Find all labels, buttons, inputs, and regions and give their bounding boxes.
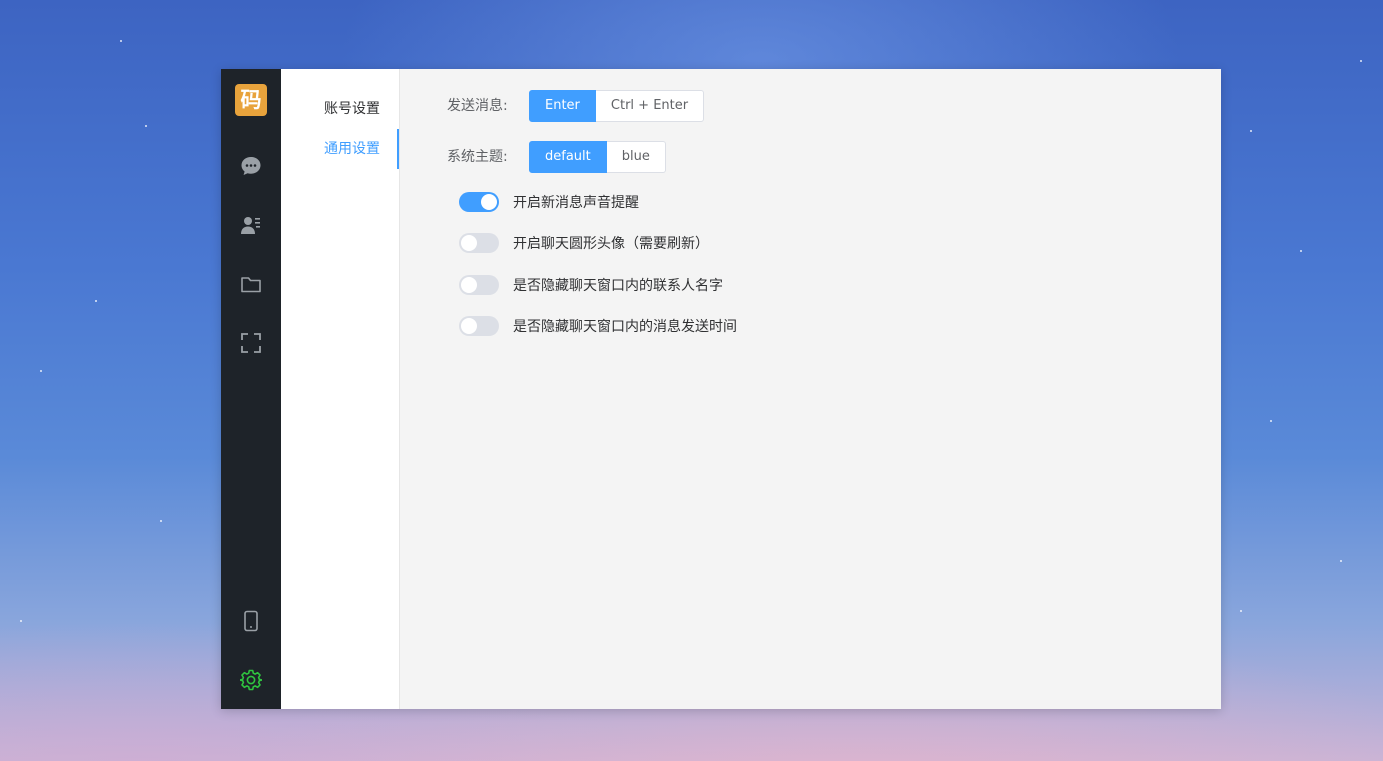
send-ctrl-enter-button[interactable]: Ctrl + Enter (595, 90, 705, 122)
menu-item-account-settings[interactable]: 账号设置 (281, 89, 399, 129)
app-window: 码 账号设置 通用设置 发送消息: Enter Ctrl + Enter 系统主… (221, 69, 1221, 709)
toggle-row-sound-alert: 开启新消息声音提醒 (459, 192, 639, 212)
general-settings-panel: 发送消息: Enter Ctrl + Enter 系统主题: default b… (400, 69, 1221, 709)
hide-contact-name-label: 是否隐藏聊天窗口内的联系人名字 (513, 278, 723, 294)
phone-icon[interactable] (239, 609, 263, 633)
toggle-row-hide-send-time: 是否隐藏聊天窗口内的消息发送时间 (459, 316, 737, 336)
round-avatar-label: 开启聊天圆形头像（需要刷新） (513, 236, 709, 252)
theme-blue-button[interactable]: blue (606, 141, 666, 173)
hide-send-time-switch[interactable] (459, 316, 499, 336)
settings-menu: 账号设置 通用设置 (281, 69, 400, 709)
menu-item-general-settings[interactable]: 通用设置 (281, 129, 399, 169)
settings-gear-icon[interactable] (239, 668, 263, 692)
contacts-icon[interactable] (239, 213, 263, 237)
folder-icon[interactable] (239, 272, 263, 296)
toggle-row-round-avatar: 开启聊天圆形头像（需要刷新） (459, 233, 709, 253)
send-message-options: Enter Ctrl + Enter (529, 90, 705, 122)
round-avatar-switch[interactable] (459, 233, 499, 253)
sidebar-rail: 码 (221, 69, 281, 709)
theme-default-button[interactable]: default (529, 141, 607, 173)
sound-alert-switch[interactable] (459, 192, 499, 212)
chat-icon[interactable] (239, 154, 263, 178)
toggle-row-hide-contact-name: 是否隐藏聊天窗口内的联系人名字 (459, 275, 723, 295)
sound-alert-label: 开启新消息声音提醒 (513, 195, 639, 211)
system-theme-options: default blue (529, 141, 666, 173)
send-enter-button[interactable]: Enter (529, 90, 596, 122)
system-theme-label: 系统主题: (447, 149, 508, 165)
send-message-label: 发送消息: (447, 98, 508, 114)
app-logo: 码 (235, 84, 267, 116)
fullscreen-icon[interactable] (239, 331, 263, 355)
hide-contact-name-switch[interactable] (459, 275, 499, 295)
hide-send-time-label: 是否隐藏聊天窗口内的消息发送时间 (513, 319, 737, 335)
